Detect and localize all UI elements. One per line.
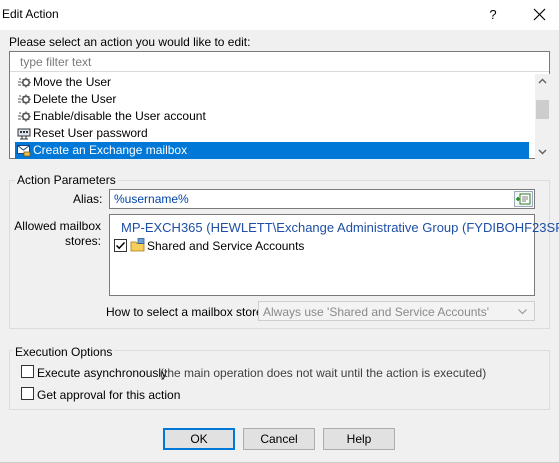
alias-field[interactable]: %username% xyxy=(109,189,535,209)
server-node[interactable]: MP-EXCH365 (HEWLETT\Exchange Administrat… xyxy=(121,220,559,235)
action-item-label: Enable/disable the User account xyxy=(33,109,206,123)
action-item-label: Delete the User xyxy=(33,92,117,106)
scroll-up-icon[interactable] xyxy=(535,74,550,89)
store-name: Shared and Service Accounts xyxy=(147,239,305,253)
store-checkbox[interactable] xyxy=(114,239,127,252)
checkmark-icon xyxy=(115,241,126,250)
title-bar: Edit Action ? xyxy=(0,0,559,30)
action-item-delete-user[interactable]: Delete the User xyxy=(15,91,529,108)
window-title: Edit Action xyxy=(2,7,59,21)
action-item-create-mailbox[interactable]: Create an Exchange mailbox xyxy=(15,142,529,159)
close-icon xyxy=(533,8,546,21)
scroll-thumb[interactable] xyxy=(536,100,549,119)
chevron-down-icon xyxy=(518,309,527,315)
mailbox-icon xyxy=(17,145,31,157)
action-list-box: Move the User Delete the User Enable/dis… xyxy=(9,51,550,159)
action-parameters-label: Action Parameters xyxy=(15,173,118,187)
insert-variable-icon xyxy=(516,193,531,205)
action-list-scrollbar[interactable] xyxy=(535,74,550,159)
alias-value: %username% xyxy=(114,192,189,206)
mailbox-stores-tree[interactable]: MP-EXCH365 (HEWLETT\Exchange Administrat… xyxy=(109,214,559,296)
close-button[interactable] xyxy=(522,0,558,30)
scroll-down-icon[interactable] xyxy=(535,144,550,159)
cancel-button[interactable]: Cancel xyxy=(243,428,315,450)
stores-label: Allowed mailbox stores: xyxy=(14,219,101,248)
async-label[interactable]: Execute asynchronously xyxy=(37,366,167,380)
ok-button[interactable]: OK xyxy=(163,428,235,450)
async-note: (the main operation does not wait until … xyxy=(160,366,487,380)
async-checkbox[interactable] xyxy=(21,365,34,378)
store-select-value: Always use 'Shared and Service Accounts' xyxy=(263,305,490,319)
action-item-label: Reset User password xyxy=(33,126,148,140)
action-item-label: Move the User xyxy=(33,75,112,89)
gear-icon xyxy=(18,77,31,88)
alias-insert-button[interactable] xyxy=(514,191,533,207)
action-item-reset-password[interactable]: Reset User password xyxy=(15,125,529,142)
filter-input[interactable] xyxy=(10,52,549,72)
execution-options-label: Execution Options xyxy=(13,345,115,359)
gear-icon xyxy=(18,94,31,105)
password-icon xyxy=(17,128,31,140)
approval-checkbox[interactable] xyxy=(21,387,34,400)
help-button[interactable]: Help xyxy=(323,428,395,450)
title-help-button[interactable]: ? xyxy=(478,0,508,30)
action-list: Move the User Delete the User Enable/dis… xyxy=(15,74,534,159)
action-prompt: Please select an action you would like t… xyxy=(9,35,251,49)
action-item-move-user[interactable]: Move the User xyxy=(15,74,529,91)
action-item-enable-disable[interactable]: Enable/disable the User account xyxy=(15,108,529,125)
mailbox-store-icon xyxy=(130,238,145,252)
store-select-dropdown[interactable]: Always use 'Shared and Service Accounts' xyxy=(258,301,535,321)
action-item-label: Create an Exchange mailbox xyxy=(33,143,188,157)
alias-label: Alias: xyxy=(73,192,103,206)
gear-icon xyxy=(18,111,31,122)
store-select-label: How to select a mailbox store: xyxy=(106,305,267,319)
approval-label[interactable]: Get approval for this action xyxy=(37,388,180,402)
